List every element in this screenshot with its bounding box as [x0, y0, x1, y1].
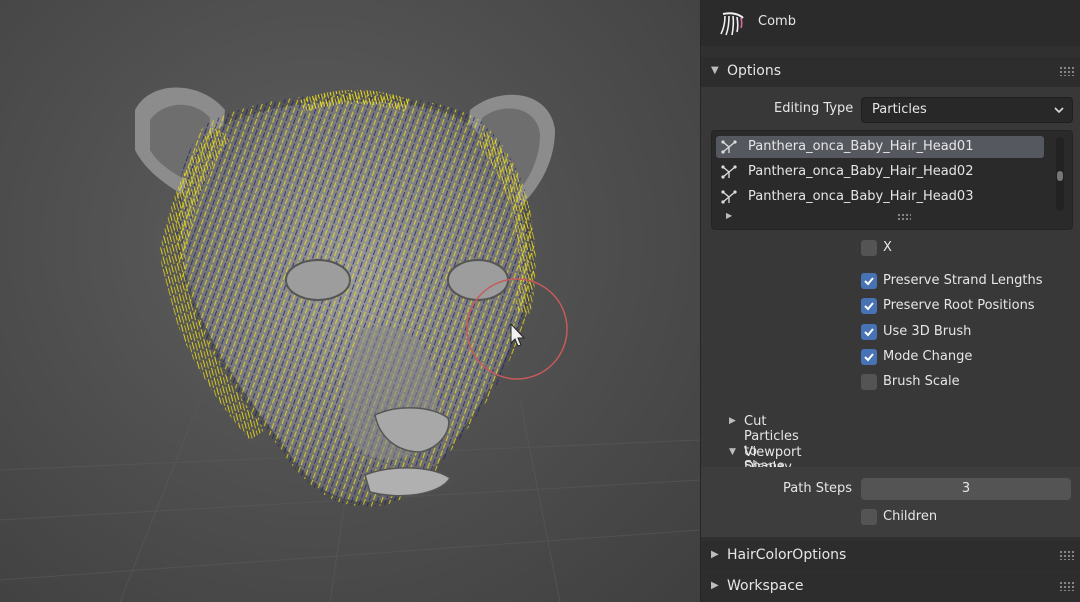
checkbox-label: Preserve Strand Lengths	[883, 273, 1043, 288]
checkbox[interactable]	[861, 240, 877, 256]
path-steps-field[interactable]: 3	[861, 478, 1071, 500]
checkbox-label: Use 3D Brush	[883, 324, 972, 339]
expand-right-icon: ▶	[711, 580, 719, 591]
list-item[interactable]: Panthera_onca_Baby_Hair_Head02	[716, 161, 1044, 183]
tool-settings-panel: Comb ▼ Options Editing Type Particles Pa…	[700, 0, 1080, 602]
expand-right-icon: ▶	[711, 549, 719, 560]
options-section-header[interactable]: ▼ Options	[701, 57, 1080, 87]
checkbox[interactable]	[861, 349, 877, 365]
checkbox-label: Brush Scale	[883, 374, 960, 389]
options-title: Options	[727, 63, 782, 79]
list-scrollbar[interactable]	[1056, 137, 1064, 211]
particle-system-list[interactable]: Panthera_onca_Baby_Hair_Head01 Panthera_…	[711, 130, 1073, 230]
viewport-scene	[0, 87, 700, 602]
drag-grip-icon[interactable]	[1059, 550, 1075, 560]
active-tool-header: Comb	[701, 0, 1080, 46]
checkbox[interactable]	[861, 509, 877, 525]
path-steps-label: Path Steps	[783, 481, 853, 496]
particle-system-name: Panthera_onca_Baby_Hair_Head02	[748, 164, 974, 179]
checkbox-label: Mode Change	[883, 349, 973, 364]
expand-down-icon: ▼	[711, 65, 719, 76]
list-item[interactable]: Panthera_onca_Baby_Hair_Head01	[716, 136, 1044, 158]
3d-viewport[interactable]	[0, 0, 700, 602]
editing-type-value: Particles	[872, 102, 927, 117]
path-steps-value: 3	[961, 481, 971, 496]
checkbox[interactable]	[861, 298, 877, 314]
tool-name: Comb	[758, 14, 796, 29]
left-eye	[285, 259, 351, 301]
particle-system-icon	[721, 165, 737, 179]
scrollbar-thumb[interactable]	[1057, 171, 1063, 181]
particle-system-icon	[721, 140, 737, 154]
comb-brush-icon	[720, 12, 744, 36]
particle-system-icon	[721, 190, 737, 204]
chevron-down-icon	[1054, 107, 1064, 114]
particle-system-name: Panthera_onca_Baby_Hair_Head01	[748, 139, 974, 154]
list-item[interactable]: Panthera_onca_Baby_Hair_Head03	[716, 186, 1044, 208]
expand-right-icon[interactable]: ▶	[726, 211, 732, 220]
resize-grip-icon[interactable]	[897, 213, 911, 221]
checkbox[interactable]	[861, 324, 877, 340]
drag-grip-icon[interactable]	[1059, 66, 1075, 76]
editing-type-dropdown[interactable]: Particles	[861, 97, 1073, 123]
checkbox-label: X	[883, 240, 892, 255]
workspace-section-header[interactable]: ▶ Workspace	[701, 572, 1080, 602]
mouth	[364, 467, 452, 497]
expand-down-icon: ▼	[729, 447, 736, 457]
expand-right-icon: ▶	[729, 416, 736, 426]
checkbox[interactable]	[861, 273, 877, 289]
section-title: Workspace	[727, 578, 804, 594]
hair-color-options-section-header[interactable]: ▶ HairColorOptions	[701, 541, 1080, 571]
section-title: HairColorOptions	[727, 547, 847, 563]
drag-grip-icon[interactable]	[1059, 581, 1075, 591]
editing-type-label: Editing Type	[774, 101, 854, 116]
particle-system-name: Panthera_onca_Baby_Hair_Head03	[748, 189, 974, 204]
checkbox-label: Preserve Root Positions	[883, 298, 1035, 313]
right-eye	[447, 259, 509, 301]
checkbox[interactable]	[861, 374, 877, 390]
checkbox-label: Children	[883, 509, 938, 524]
